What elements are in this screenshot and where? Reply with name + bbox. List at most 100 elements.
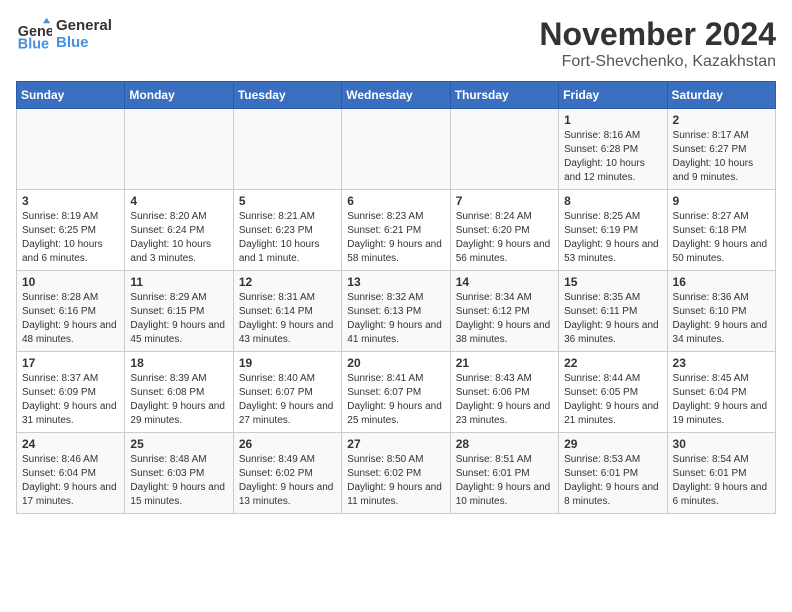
day-number: 1 (564, 113, 661, 127)
cell-line: Daylight: 9 hours and 13 minutes. (239, 481, 336, 509)
cell-line: Daylight: 10 hours and 12 minutes. (564, 157, 661, 185)
cell-w3-d3: 13Sunrise: 8:32 AMSunset: 6:13 PMDayligh… (342, 271, 450, 352)
cell-line: Sunset: 6:09 PM (22, 386, 119, 400)
day-number: 20 (347, 356, 444, 370)
cell-w2-d5: 8Sunrise: 8:25 AMSunset: 6:19 PMDaylight… (559, 190, 667, 271)
col-tuesday: Tuesday (233, 82, 341, 109)
calendar-header-row: Sunday Monday Tuesday Wednesday Thursday… (17, 82, 776, 109)
cell-w4-d5: 22Sunrise: 8:44 AMSunset: 6:05 PMDayligh… (559, 352, 667, 433)
cell-line: Daylight: 10 hours and 1 minute. (239, 238, 336, 266)
cell-line: Daylight: 9 hours and 29 minutes. (130, 400, 227, 428)
cell-line: Sunset: 6:19 PM (564, 224, 661, 238)
cell-line: Sunrise: 8:41 AM (347, 372, 444, 386)
cell-w2-d0: 3Sunrise: 8:19 AMSunset: 6:25 PMDaylight… (17, 190, 125, 271)
col-saturday: Saturday (667, 82, 775, 109)
cell-line: Sunrise: 8:44 AM (564, 372, 661, 386)
cell-line: Daylight: 9 hours and 36 minutes. (564, 319, 661, 347)
cell-line: Daylight: 9 hours and 56 minutes. (456, 238, 553, 266)
cell-w5-d5: 29Sunrise: 8:53 AMSunset: 6:01 PMDayligh… (559, 433, 667, 514)
cell-line: Sunset: 6:14 PM (239, 305, 336, 319)
day-number: 14 (456, 275, 553, 289)
day-number: 28 (456, 437, 553, 451)
day-number: 11 (130, 275, 227, 289)
col-thursday: Thursday (450, 82, 558, 109)
month-title: November 2024 (539, 16, 776, 53)
cell-line: Daylight: 9 hours and 8 minutes. (564, 481, 661, 509)
cell-line: Sunrise: 8:19 AM (22, 210, 119, 224)
cell-line: Sunset: 6:01 PM (564, 467, 661, 481)
cell-line: Sunrise: 8:50 AM (347, 453, 444, 467)
cell-line: Sunrise: 8:48 AM (130, 453, 227, 467)
cell-w2-d2: 5Sunrise: 8:21 AMSunset: 6:23 PMDaylight… (233, 190, 341, 271)
cell-w3-d4: 14Sunrise: 8:34 AMSunset: 6:12 PMDayligh… (450, 271, 558, 352)
cell-line: Sunset: 6:04 PM (22, 467, 119, 481)
col-friday: Friday (559, 82, 667, 109)
cell-line: Sunset: 6:13 PM (347, 305, 444, 319)
cell-line: Sunrise: 8:51 AM (456, 453, 553, 467)
cell-w1-d3 (342, 109, 450, 190)
cell-line: Daylight: 9 hours and 41 minutes. (347, 319, 444, 347)
day-number: 6 (347, 194, 444, 208)
day-number: 24 (22, 437, 119, 451)
cell-line: Sunset: 6:11 PM (564, 305, 661, 319)
cell-line: Daylight: 9 hours and 21 minutes. (564, 400, 661, 428)
cell-line: Sunrise: 8:39 AM (130, 372, 227, 386)
cell-line: Daylight: 9 hours and 19 minutes. (673, 400, 770, 428)
cell-line: Sunset: 6:02 PM (347, 467, 444, 481)
week-row-3: 10 Sunrise: 8:28 AMSunset: 6:16 PM Dayligh… (17, 271, 776, 352)
week-row-4: 17Sunrise: 8:37 AMSunset: 6:09 PMDayligh… (17, 352, 776, 433)
cell-w1-d1 (125, 109, 233, 190)
cell-line: Sunset: 6:05 PM (564, 386, 661, 400)
cell-w2-d4: 7Sunrise: 8:24 AMSunset: 6:20 PMDaylight… (450, 190, 558, 271)
cell-w2-d3: 6Sunrise: 8:23 AMSunset: 6:21 PMDaylight… (342, 190, 450, 271)
cell-line: Sunset: 6:16 PM (22, 305, 119, 319)
cell-line: Sunrise: 8:54 AM (673, 453, 770, 467)
cell-line: Sunrise: 8:20 AM (130, 210, 227, 224)
cell-w1-d2 (233, 109, 341, 190)
cell-w5-d0: 24Sunrise: 8:46 AMSunset: 6:04 PMDayligh… (17, 433, 125, 514)
week-row-2: 3Sunrise: 8:19 AMSunset: 6:25 PMDaylight… (17, 190, 776, 271)
day-number: 17 (22, 356, 119, 370)
cell-line: Daylight: 10 hours and 6 minutes. (22, 238, 119, 266)
cell-line: Sunset: 6:15 PM (130, 305, 227, 319)
cell-w1-d0 (17, 109, 125, 190)
cell-line: Sunrise: 8:27 AM (673, 210, 770, 224)
cell-line: Sunset: 6:02 PM (239, 467, 336, 481)
cell-w1-d5: 1Sunrise: 8:16 AMSunset: 6:28 PMDaylight… (559, 109, 667, 190)
day-number: 10 (22, 275, 119, 289)
cell-line: Sunrise: 8:17 AM (673, 129, 770, 143)
col-wednesday: Wednesday (342, 82, 450, 109)
cell-line: Sunrise: 8:45 AM (673, 372, 770, 386)
cell-w5-d2: 26Sunrise: 8:49 AMSunset: 6:02 PMDayligh… (233, 433, 341, 514)
cell-w2-d1: 4Sunrise: 8:20 AMSunset: 6:24 PMDaylight… (125, 190, 233, 271)
cell-line: Daylight: 9 hours and 6 minutes. (673, 481, 770, 509)
cell-w5-d6: 30Sunrise: 8:54 AMSunset: 6:01 PMDayligh… (667, 433, 775, 514)
logo-icon: General Blue (16, 16, 52, 52)
cell-line: Daylight: 9 hours and 34 minutes. (673, 319, 770, 347)
cell-line: Sunrise: 8:35 AM (564, 291, 661, 305)
day-number: 23 (673, 356, 770, 370)
cell-w3-d0: 10Sunrise: 8:28 AMSunset: 6:16 PMDayligh… (17, 271, 125, 352)
cell-line: Daylight: 9 hours and 31 minutes. (22, 400, 119, 428)
cell-line: Sunset: 6:23 PM (239, 224, 336, 238)
day-number: 5 (239, 194, 336, 208)
title-block: November 2024 Fort-Shevchenko, Kazakhsta… (539, 16, 776, 71)
cell-line: Sunset: 6:27 PM (673, 143, 770, 157)
cell-line: Sunrise: 8:49 AM (239, 453, 336, 467)
week-row-5: 24 Sunrise: 8:46 AMSunset: 6:04 PM Dayligh… (17, 433, 776, 514)
cell-line: Daylight: 9 hours and 15 minutes. (130, 481, 227, 509)
logo-blue: Blue (56, 34, 112, 51)
cell-line: Daylight: 9 hours and 53 minutes. (564, 238, 661, 266)
cell-line: Sunrise: 8:32 AM (347, 291, 444, 305)
cell-w5-d3: 27Sunrise: 8:50 AMSunset: 6:02 PMDayligh… (342, 433, 450, 514)
cell-w3-d2: 12Sunrise: 8:31 AMSunset: 6:14 PMDayligh… (233, 271, 341, 352)
cell-line: Sunset: 6:08 PM (130, 386, 227, 400)
cell-line: Sunrise: 8:46 AM (22, 453, 119, 467)
logo-general: General (56, 17, 112, 34)
cell-w4-d2: 19Sunrise: 8:40 AMSunset: 6:07 PMDayligh… (233, 352, 341, 433)
logo: General Blue General Blue (16, 16, 112, 52)
cell-line: Sunset: 6:21 PM (347, 224, 444, 238)
cell-line: Sunrise: 8:28 AM (22, 291, 119, 305)
day-number: 9 (673, 194, 770, 208)
cell-line: Sunset: 6:25 PM (22, 224, 119, 238)
